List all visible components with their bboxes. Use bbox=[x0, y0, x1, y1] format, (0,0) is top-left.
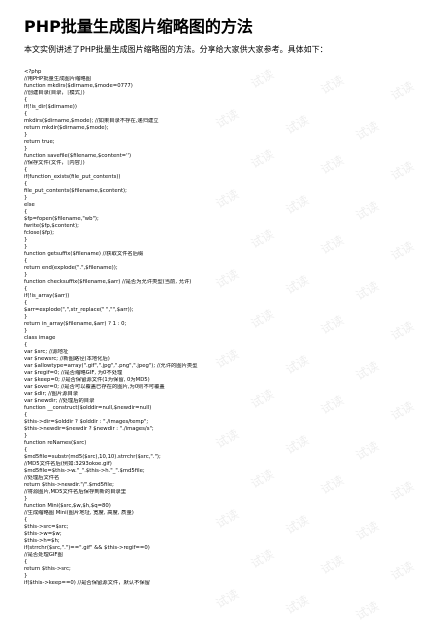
document-page: PHP批量生成图片缩略图的方法 本文实例讲述了PHP批量生成图片缩略图的方法。分… bbox=[0, 0, 440, 620]
code-line: //将源图片,MD5文件名后保存到新的目录里 bbox=[24, 489, 127, 495]
code-line: if($this->keep==0) //是否保留源文件，默认不保留 bbox=[24, 580, 150, 586]
code-line: $md5file=substr(md5($src),10,10).strrchr… bbox=[24, 454, 161, 460]
code-line: if(!is_dir($dirname)) bbox=[24, 104, 77, 110]
code-line: } bbox=[24, 328, 28, 334]
code-line: //用PHP批量生成图片缩略图 bbox=[24, 76, 91, 82]
code-line: { bbox=[24, 447, 28, 453]
code-line: $md5file=$this->w."_".$this->h."_".$md5f… bbox=[24, 468, 145, 474]
code-line: } bbox=[24, 195, 28, 201]
code-line: fwrite($fp,$content); bbox=[24, 223, 79, 229]
code-line: var $keep=0; //是否保留源文件(1为保留, 0为MD5) bbox=[24, 377, 150, 383]
code-line: //生成缩略图 Mini(图片地址, 宽度, 高度, 质量) bbox=[24, 510, 134, 516]
code-line: $this->w=$w; bbox=[24, 531, 62, 537]
page-title: PHP批量生成图片缩略图的方法 bbox=[24, 17, 253, 36]
code-line: { bbox=[24, 258, 28, 264]
code-line: $fp=fopen($filename,"wb"); bbox=[24, 216, 99, 222]
code-line: $this->newdir=$newdir ? $newdir : "./ima… bbox=[24, 426, 154, 432]
code-line: $this->h=$h; bbox=[24, 538, 60, 544]
code-line: //是否处理GIF图 bbox=[24, 552, 63, 558]
code-line: { bbox=[24, 111, 28, 117]
code-line: return in_array($filename,$arr) ? 1 : 0; bbox=[24, 321, 127, 327]
code-line: $arr=explode(",",str_replace(" ","",$arr… bbox=[24, 307, 134, 313]
code-line: mkdirs($dirname,$mode); //如果目录不存在,递归建立 bbox=[24, 118, 159, 124]
code-line: var $src; //源地址 bbox=[24, 349, 69, 355]
code-line: var $newdir; //处理后的目录 bbox=[24, 398, 95, 404]
code-line: function savefile($filename,$content='') bbox=[24, 153, 132, 159]
code-line: function reNames($src) bbox=[24, 440, 87, 446]
code-line: file_put_contents($filename,$content); bbox=[24, 188, 127, 194]
code-line: { bbox=[24, 342, 28, 348]
code-line: { bbox=[24, 209, 28, 215]
code-line: //处理后文件名 bbox=[24, 475, 60, 481]
code-line: function __construct($olddir=null,$newdi… bbox=[24, 405, 152, 411]
code-line: if(strrchr($src,".")==".gif" && $this->r… bbox=[24, 545, 150, 551]
code-line: if(function_exists(file_put_contents)) bbox=[24, 174, 121, 180]
code-line: } bbox=[24, 433, 28, 439]
code-line: { bbox=[24, 517, 28, 523]
code-line: { bbox=[24, 412, 28, 418]
code-line: } bbox=[24, 244, 28, 250]
code-line: var $regif=0; //是否缩略GIF, 为0不处理 bbox=[24, 370, 123, 376]
code-line: fclose($fp); bbox=[24, 230, 55, 236]
code-line: { bbox=[24, 559, 28, 565]
code-line: { bbox=[24, 97, 28, 103]
code-block: <?php//用PHP批量生成图片缩略图 function mkdirs($dir… bbox=[24, 69, 424, 587]
code-line: var $newsrc; //新图路径(本地化后) bbox=[24, 356, 110, 362]
code-line: return true; bbox=[24, 139, 55, 145]
code-line: if(!is_array($arr)) bbox=[24, 293, 70, 299]
watermark-text: 试读 bbox=[283, 592, 312, 617]
code-line: return mkdir($dirname,$mode); bbox=[24, 125, 109, 131]
code-line: { bbox=[24, 300, 28, 306]
code-line: return $this->newdir."/".$md5file; bbox=[24, 482, 114, 488]
code-line: } bbox=[24, 272, 28, 278]
code-line: function Mini($src,$w,$h,$q=80) bbox=[24, 503, 111, 509]
code-line: //创建目录(目录，［模式］) bbox=[24, 90, 85, 96]
code-line: return end(explode(".",$filename)); bbox=[24, 265, 118, 271]
code-line: //保存文件(文件，［内容］) bbox=[24, 160, 85, 166]
code-line: } bbox=[24, 573, 28, 579]
code-line: <?php bbox=[24, 69, 42, 75]
code-line: $this->dir=$olddir ? $olddir : "./images… bbox=[24, 419, 149, 425]
code-line: var $allowtype=array(".gif",".jpg",".png… bbox=[24, 363, 198, 369]
code-line: } bbox=[24, 146, 28, 152]
watermark-text: 试读 bbox=[213, 586, 242, 611]
code-line: } bbox=[24, 496, 28, 502]
code-line: //MD5文件名后(例如:3293okoe.gif) bbox=[24, 461, 112, 467]
code-line: function getsuffix($filename) //获取文件名后缀 bbox=[24, 251, 144, 257]
code-line: function mkdirs($dirname,$mode=0777) bbox=[24, 83, 133, 89]
watermark-text: 试读 bbox=[353, 598, 382, 620]
code-line: else bbox=[24, 202, 35, 208]
code-line: } bbox=[24, 314, 28, 320]
code-line: var $dir; //图片源目录 bbox=[24, 391, 79, 397]
code-line: { bbox=[24, 286, 28, 292]
code-line: var $over=0; //是否可以覆盖已存在的图片,为0则不可覆盖 bbox=[24, 384, 165, 390]
code-line: } bbox=[24, 132, 28, 138]
code-line: function checksuffix($filename,$arr) //是… bbox=[24, 279, 192, 285]
code-line: { bbox=[24, 181, 28, 187]
intro-paragraph: 本文实例讲述了PHP批量生成图片缩略图的方法。分享给大家供大家参考。具体如下： bbox=[24, 45, 328, 54]
code-line: $this->src=$src; bbox=[24, 524, 69, 530]
code-line: return $this->src; bbox=[24, 566, 71, 572]
code-line: { bbox=[24, 167, 28, 173]
code-line: } bbox=[24, 237, 28, 243]
code-line: class image bbox=[24, 335, 56, 341]
